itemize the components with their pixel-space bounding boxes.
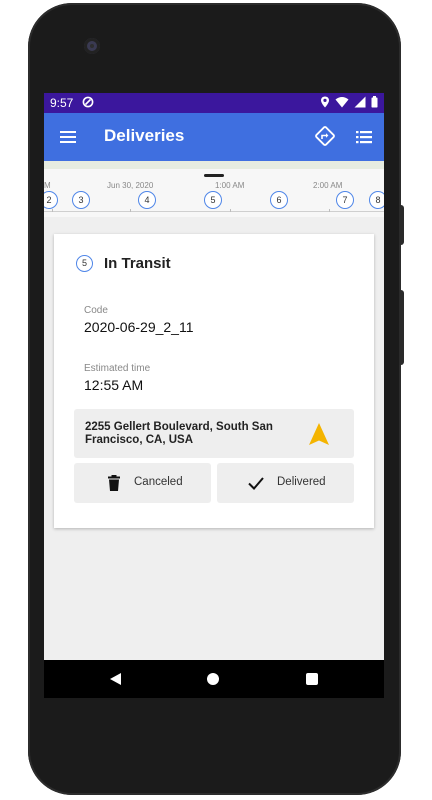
delivery-address: 2255 Gellert Boulevard, South San Franci… bbox=[85, 421, 273, 446]
delivered-label: Delivered bbox=[277, 476, 326, 488]
system-nav-bar bbox=[44, 660, 384, 698]
list-icon[interactable] bbox=[354, 127, 374, 147]
status-time: 9:57 bbox=[50, 96, 74, 110]
timeline-stop[interactable]: 7 bbox=[336, 191, 354, 209]
timeline-label: Jun 30, 2020 bbox=[107, 181, 154, 190]
back-icon[interactable] bbox=[108, 672, 122, 686]
timeline-stop[interactable]: 6 bbox=[270, 191, 288, 209]
code-label: Code bbox=[84, 305, 108, 316]
canceled-label: Canceled bbox=[134, 476, 183, 488]
timeline-label: 1:00 AM bbox=[215, 181, 245, 190]
estimated-time-label: Estimated time bbox=[84, 363, 151, 374]
timeline-stop[interactable]: 5 bbox=[204, 191, 222, 209]
timeline-stop[interactable]: 2 bbox=[44, 191, 58, 209]
route-icon[interactable] bbox=[314, 125, 336, 147]
address-panel[interactable]: 2255 Gellert Boulevard, South San Franci… bbox=[74, 409, 354, 458]
front-camera bbox=[84, 38, 100, 54]
signal-icon bbox=[354, 96, 366, 108]
power-button bbox=[399, 290, 404, 365]
wifi-icon bbox=[335, 97, 349, 108]
volume-button bbox=[399, 205, 404, 245]
check-icon bbox=[248, 477, 264, 490]
home-icon[interactable] bbox=[207, 673, 219, 685]
estimated-time-value: 12:55 AM bbox=[84, 377, 144, 393]
canceled-button[interactable]: Canceled bbox=[74, 463, 211, 503]
location-icon bbox=[321, 96, 329, 108]
timeline-label: 2:00 AM bbox=[313, 181, 343, 190]
app-bar: Deliveries bbox=[44, 113, 384, 161]
code-value: 2020-06-29_2_11 bbox=[84, 319, 194, 335]
delivery-status: In Transit bbox=[104, 255, 171, 272]
screen: 9:57 Deliveries M Jun 30, 2020 1:00 AM 2… bbox=[44, 93, 384, 660]
menu-icon[interactable] bbox=[58, 127, 78, 147]
page-title: Deliveries bbox=[104, 126, 185, 145]
status-icons bbox=[320, 96, 378, 108]
delivery-timeline[interactable]: M Jun 30, 2020 1:00 AM 2:00 AM 2 3 4 5 6… bbox=[44, 169, 384, 217]
timeline-tick bbox=[329, 209, 330, 212]
timeline-tick bbox=[52, 209, 53, 212]
recent-apps-icon[interactable] bbox=[306, 673, 318, 685]
delivered-button[interactable]: Delivered bbox=[217, 463, 354, 503]
map-preview bbox=[44, 161, 384, 169]
delivery-card: 5 In Transit Code 2020-06-29_2_11 Estima… bbox=[54, 234, 374, 528]
sync-notification-icon bbox=[82, 96, 94, 108]
timeline-stop[interactable]: 3 bbox=[72, 191, 90, 209]
timeline-axis bbox=[44, 211, 384, 212]
trash-icon bbox=[108, 475, 120, 491]
drag-handle[interactable] bbox=[204, 174, 224, 177]
navigation-arrow-icon[interactable] bbox=[308, 422, 330, 446]
timeline-tick bbox=[130, 209, 131, 212]
status-bar: 9:57 bbox=[44, 93, 384, 113]
timeline-tick bbox=[230, 209, 231, 212]
timeline-stop[interactable]: 8 bbox=[369, 191, 384, 209]
stop-number-badge: 5 bbox=[76, 255, 93, 272]
battery-icon bbox=[371, 96, 378, 108]
timeline-label: M bbox=[44, 181, 51, 190]
timeline-stop[interactable]: 4 bbox=[138, 191, 156, 209]
